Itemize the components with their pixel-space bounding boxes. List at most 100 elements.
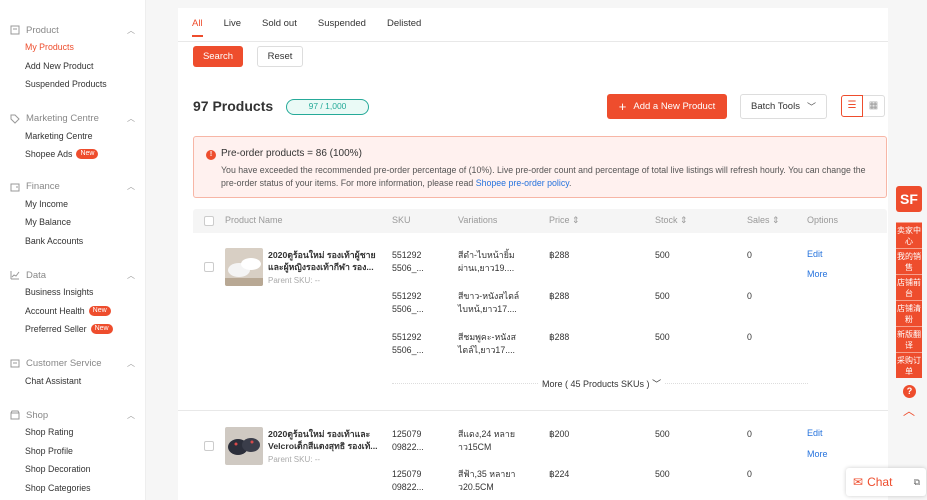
product-name[interactable]: 2020ดูร้อนใหม่ รองเท้าผู้ชายและผู้หญิงรอ… [268, 249, 386, 273]
scroll-top-icon[interactable]: ︿ [903, 402, 915, 419]
sidebar-item-my-income[interactable]: My Income [0, 195, 145, 214]
tab-suspended[interactable]: Suspended [318, 18, 366, 37]
floating-toolbar: SF 卖家中心 我的销售 店铺前台 店铺清粉 新版翻译 采购订单 ? ︿ [896, 180, 924, 420]
sidebar-section-title: Data [26, 269, 47, 281]
product-count-title: 97 Products [193, 98, 274, 114]
sku-cell: 125079 09822... [392, 429, 424, 452]
reset-button[interactable]: Reset [257, 46, 303, 67]
sidebar-item-shop-rating[interactable]: Shop Rating [0, 423, 145, 442]
edit-link[interactable]: Edit [807, 249, 823, 259]
chevron-down-icon: ﹀ [652, 379, 662, 389]
chevron-up-icon[interactable]: ︿ [127, 270, 135, 281]
sidebar-item-chat-assistant[interactable]: Chat Assistant [0, 372, 145, 391]
price-cell: ฿200 [549, 429, 570, 439]
column-header-sales[interactable]: Sales ⇕ [747, 215, 780, 226]
row-checkbox[interactable] [204, 441, 214, 451]
chevron-up-icon[interactable]: ︿ [127, 113, 135, 124]
wallet-icon [10, 183, 20, 191]
more-skus-toggle[interactable]: More ( 45 Products SKUs ) ﹀ [538, 377, 666, 390]
sidebar-section-header[interactable]: Finance ︿ [0, 179, 145, 195]
sidebar-item-preferred-seller[interactable]: Preferred Seller New [0, 320, 145, 339]
sku-cell: 551292 5506_... [392, 291, 424, 314]
sidebar-item-add-new-product[interactable]: Add New Product [0, 57, 145, 76]
sort-icon: ⇕ [772, 215, 780, 225]
more-link[interactable]: More [807, 269, 828, 279]
sales-cell: 0 [747, 291, 752, 301]
tab-all[interactable]: All [192, 18, 203, 37]
tag-icon [10, 114, 20, 124]
parent-sku: Parent SKU: -- [268, 455, 321, 464]
product-quota-badge: 97 / 1,000 [286, 99, 369, 115]
batch-tools-label: Batch Tools [751, 101, 800, 112]
sidebar-item-business-insights[interactable]: Business Insights [0, 283, 145, 302]
chevron-up-icon[interactable]: ︿ [127, 358, 135, 369]
sidebar-item-suspended-products[interactable]: Suspended Products [0, 75, 145, 94]
sales-cell: 0 [747, 332, 752, 342]
chevron-up-icon[interactable]: ︿ [127, 181, 135, 192]
column-header-stock[interactable]: Stock ⇕ [655, 215, 688, 226]
list-view-toggle[interactable]: ☰ [841, 95, 863, 117]
sidebar-section-header[interactable]: Customer Service ︿ [0, 356, 145, 372]
toolbar-item-translate[interactable]: 新版翻译 [896, 326, 922, 352]
chart-icon [10, 271, 20, 280]
product-name[interactable]: 2020ดูร้อนใหม่ รองเท้าและ Velcroเด็กสีแด… [268, 428, 386, 452]
select-all-checkbox[interactable] [204, 216, 214, 226]
sidebar-item-label: Preferred Seller [25, 324, 87, 334]
chat-widget[interactable]: ✉ Chat ⧉ [846, 468, 926, 496]
alert-body-tail: . [569, 177, 572, 188]
stock-cell: 500 [655, 469, 670, 479]
product-thumbnail[interactable] [225, 427, 263, 465]
sidebar-section-header[interactable]: Product ︿ [0, 22, 145, 38]
chat-label: Chat [867, 475, 893, 489]
sidebar-item-my-products[interactable]: My Products [0, 38, 145, 57]
sidebar-item-shop-profile[interactable]: Shop Profile [0, 442, 145, 461]
expand-icon[interactable]: ⧉ [914, 477, 920, 488]
stock-cell: 500 [655, 250, 670, 260]
sidebar-item-shop-decoration[interactable]: Shop Decoration [0, 460, 145, 479]
sidebar-section-customer-service: Customer Service ︿ Chat Assistant [0, 339, 145, 391]
plus-icon: + [618, 99, 627, 114]
table-header: Product Name SKU Variations Price ⇕ Stoc… [193, 209, 887, 233]
row-checkbox[interactable] [204, 262, 214, 272]
toolbar-item-shop-front[interactable]: 店铺前台 [896, 274, 922, 300]
more-skus-label: More ( 45 Products SKUs ) [542, 379, 650, 389]
sidebar-section-finance: Finance ︿ My Income My Balance Bank Acco… [0, 164, 145, 251]
sidebar-section-header[interactable]: Marketing Centre ︿ [0, 111, 145, 127]
chevron-down-icon: ﹀ [806, 102, 816, 112]
add-new-product-label: Add a New Product [633, 101, 716, 112]
preorder-policy-link[interactable]: Shopee pre-order policy [476, 178, 569, 188]
add-new-product-button[interactable]: + Add a New Product [607, 94, 727, 119]
grid-view-toggle[interactable]: ▦ [863, 95, 885, 117]
sku-cell: 125079 09822... [392, 469, 424, 492]
sidebar-item-account-health[interactable]: Account Health New [0, 302, 145, 321]
toolbar-item-seller-centre[interactable]: 卖家中心 [896, 222, 922, 248]
sidebar-item-shop-categories[interactable]: Shop Categories [0, 479, 145, 498]
product-thumbnail[interactable] [225, 248, 263, 286]
tab-sold-out[interactable]: Sold out [262, 18, 297, 37]
sidebar-section-title: Customer Service [26, 358, 102, 369]
sidebar-item-my-balance[interactable]: My Balance [0, 213, 145, 232]
chevron-up-icon[interactable]: ︿ [127, 25, 135, 36]
sf-logo[interactable]: SF [896, 186, 922, 212]
sidebar-section-header[interactable]: Data ︿ [0, 267, 145, 283]
sidebar-section-header[interactable]: Shop ︿ [0, 407, 145, 423]
batch-tools-dropdown[interactable]: Batch Tools ﹀ [740, 94, 827, 119]
toolbar-item-purchase-orders[interactable]: 采购订单 [896, 352, 922, 378]
help-icon[interactable]: ? [903, 385, 916, 398]
sidebar-section-data: Data ︿ Business Insights Account Health … [0, 250, 145, 339]
toolbar-item-clear-fans[interactable]: 店铺清粉 [896, 300, 922, 326]
price-cell: ฿288 [549, 250, 570, 260]
chevron-up-icon[interactable]: ︿ [127, 410, 135, 421]
sku-cell: 551292 5506_... [392, 332, 424, 355]
search-button[interactable]: Search [193, 46, 243, 67]
tab-delisted[interactable]: Delisted [387, 18, 421, 37]
tab-live[interactable]: Live [224, 18, 241, 37]
sidebar-section-title: Finance [26, 181, 60, 192]
more-link[interactable]: More [807, 449, 828, 459]
toolbar-item-my-sales[interactable]: 我的销售 [896, 248, 922, 274]
sidebar-item-marketing-centre[interactable]: Marketing Centre [0, 127, 145, 146]
edit-link[interactable]: Edit [807, 428, 823, 438]
sidebar-item-shopee-ads[interactable]: Shopee Ads New [0, 145, 145, 164]
sidebar-item-bank-accounts[interactable]: Bank Accounts [0, 232, 145, 251]
column-header-price[interactable]: Price ⇕ [549, 215, 580, 226]
